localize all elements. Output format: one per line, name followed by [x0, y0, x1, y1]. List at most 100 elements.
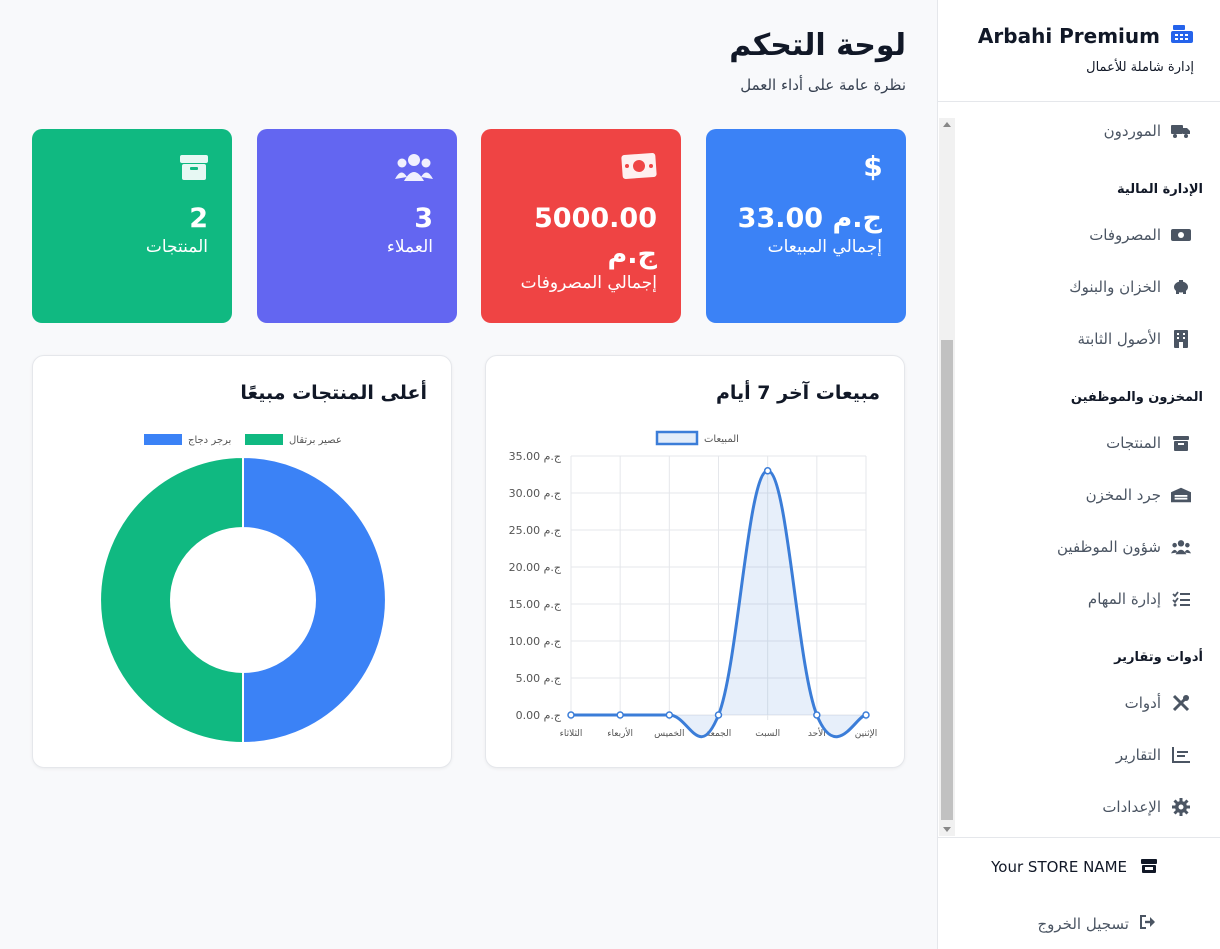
store-icon — [1141, 858, 1157, 878]
y-tick-label: ج.م 15.00 — [509, 598, 562, 611]
sidebar-item-label: المصروفات — [1089, 226, 1161, 244]
legend-label: عصير برتقال — [289, 435, 342, 446]
building-icon — [1171, 329, 1191, 349]
data-point — [616, 711, 624, 719]
data-point — [567, 711, 575, 719]
section-finance: الإدارة المالية — [1117, 182, 1203, 197]
card-label: العملاء — [386, 237, 433, 257]
sidebar-item-label: الإعدادات — [1102, 798, 1161, 816]
sidebar-item-stocktake[interactable]: جرد المخزن — [1085, 486, 1191, 504]
box-icon — [1171, 433, 1191, 453]
sidebar-item-label: جرد المخزن — [1085, 486, 1161, 504]
y-tick-label: ج.م 30.00 — [509, 487, 562, 500]
page-title: لوحة التحكم — [729, 28, 906, 63]
gear-icon — [1171, 797, 1191, 817]
dollar-icon: $ — [863, 150, 882, 185]
piggy-bank-icon — [1171, 277, 1191, 297]
data-point — [714, 711, 723, 719]
warehouse-icon — [1171, 485, 1191, 505]
x-tick-label: الإثنين — [855, 729, 877, 739]
legend-label-sales: المبيعات — [704, 434, 739, 445]
card-value: 5000.00 ج.م — [534, 203, 657, 270]
x-tick-label: الثلاثاء — [560, 729, 583, 739]
data-point — [763, 467, 772, 475]
card-label: إجمالي المبيعات — [767, 237, 882, 257]
card-total-expenses: 5000.00 ج.م إجمالي المصروفات — [481, 129, 681, 323]
top-products-donut-chart: عصير برتقال برجر دجاج — [99, 434, 387, 745]
card-value: 33.00 ج.م — [737, 203, 882, 234]
sidebar-item-label: أدوات — [1124, 694, 1161, 712]
card-label: إجمالي المصروفات — [520, 273, 657, 293]
legend-swatch — [245, 434, 283, 445]
section-inventory: المخزون والموظفين — [1070, 390, 1203, 405]
y-tick-label: ج.م 0.00 — [516, 709, 562, 722]
truck-icon — [1171, 121, 1191, 141]
sidebar-item-treasury[interactable]: الخزان والبنوك — [1069, 278, 1188, 296]
card-value: 2 — [189, 203, 208, 234]
sidebar: Arbahi Premium إدارة شاملة للأعمال المور… — [937, 0, 1220, 949]
sidebar-item-tools[interactable]: أدوات — [1124, 694, 1190, 712]
sidebar-item-label: شؤون الموظفين — [1057, 538, 1161, 556]
store-footer: Your STORE NAME تسجيل الخروج — [938, 837, 1220, 949]
sign-out-icon — [1139, 914, 1157, 934]
brand-name: Arbahi Premium — [977, 24, 1160, 48]
donut-slice — [242, 455, 387, 745]
data-point — [665, 711, 674, 719]
page-subtitle: نظرة عامة على أداء العمل — [740, 76, 906, 94]
sidebar-menu: الموردون الإدارة المالية المصروفات الخزا… — [938, 118, 1220, 836]
y-tick-label: ج.م 20.00 — [509, 561, 562, 574]
data-point — [862, 711, 870, 719]
sidebar-item-hr[interactable]: شؤون الموظفين — [1057, 538, 1191, 556]
chart-icon — [1171, 745, 1191, 765]
sidebar-item-expenses[interactable]: المصروفات — [1089, 226, 1191, 244]
sidebar-item-products[interactable]: المنتجات — [1106, 434, 1189, 452]
card-customers: 3 العملاء — [257, 129, 457, 323]
tools-icon — [1171, 693, 1191, 713]
brand-header: Arbahi Premium إدارة شاملة للأعمال — [938, 0, 1220, 102]
x-tick-label: الأربعاء — [607, 727, 633, 739]
legend-swatch — [144, 434, 182, 445]
logout-button[interactable]: تسجيل الخروج — [1037, 914, 1157, 934]
sidebar-item-label: الخزان والبنوك — [1069, 278, 1161, 296]
top-products-panel: أعلى المنتجات مبيعًا عصير برتقال برجر دجا… — [32, 355, 452, 768]
sidebar-item-fixed-assets[interactable]: الأصول الثابتة — [1077, 330, 1188, 348]
sidebar-item-label: إدارة المهام — [1087, 590, 1161, 608]
users-icon — [395, 153, 433, 185]
brand-tagline: إدارة شاملة للأعمال — [1086, 60, 1194, 75]
box-icon — [180, 153, 208, 185]
money-bill-icon — [1171, 225, 1191, 245]
store-name[interactable]: Your STORE NAME — [991, 858, 1127, 876]
money-bill-icon — [621, 153, 657, 183]
sidebar-item-label: المنتجات — [1106, 434, 1161, 452]
y-tick-label: ج.م 5.00 — [516, 672, 562, 685]
sidebar-item-tasks[interactable]: إدارة المهام — [1087, 590, 1190, 608]
svg-text:$: $ — [864, 153, 882, 181]
brand-title[interactable]: Arbahi Premium — [978, 22, 1194, 50]
tasks-icon — [1171, 589, 1191, 609]
sidebar-item-label: التقارير — [1115, 746, 1161, 764]
sidebar-item-reports[interactable]: التقارير — [1115, 746, 1190, 764]
card-value: 3 — [414, 203, 433, 234]
sidebar-item-label: الأصول الثابتة — [1077, 330, 1161, 348]
card-total-sales: $ 33.00 ج.م إجمالي المبيعات — [706, 129, 906, 323]
y-tick-label: ج.م 25.00 — [509, 524, 562, 537]
x-tick-label: السبت — [755, 729, 780, 739]
x-tick-label: الخميس — [654, 729, 684, 739]
donut-slice — [99, 455, 244, 745]
legend-swatch-sales — [655, 430, 699, 446]
y-tick-label: ج.م 35.00 — [509, 450, 562, 463]
sidebar-item-suppliers[interactable]: الموردون — [1103, 122, 1190, 140]
sidebar-item-settings[interactable]: الإعدادات — [1102, 798, 1190, 816]
data-point — [813, 711, 821, 719]
cash-register-icon — [1170, 22, 1194, 50]
logout-label: تسجيل الخروج — [1037, 915, 1129, 933]
y-tick-label: ج.م 10.00 — [509, 635, 562, 648]
card-products: 2 المنتجات — [32, 129, 232, 323]
sidebar-item-label: الموردون — [1103, 122, 1161, 140]
card-label: المنتجات — [145, 237, 208, 257]
sales-chart-panel: مبيعات آخر 7 أيام ج.م 0.00 ج.م 5.00 ج.م 10… — [485, 355, 905, 768]
section-tools: أدوات وتقارير — [1114, 650, 1203, 665]
users-icon — [1171, 537, 1191, 557]
legend-label: برجر دجاج — [188, 435, 231, 446]
sales-line-chart: ج.م 0.00 ج.م 5.00 ج.م 10.00 ج.م 15.00 ج.م 20… — [509, 430, 877, 739]
